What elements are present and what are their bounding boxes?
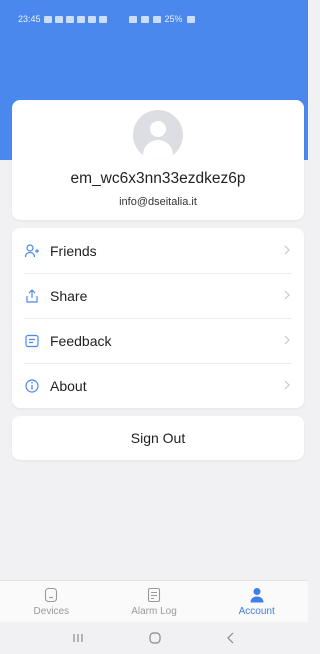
app-notification-icon (54, 15, 63, 23)
menu-label-about: About (50, 377, 87, 394)
tab-bar: Devices Alarm Log Account (0, 580, 308, 622)
menu-label-share: Share (50, 287, 88, 304)
chevron-right-icon (284, 290, 290, 300)
back-icon[interactable] (225, 631, 237, 645)
username: em_wc6x3nn33ezdkez6p (70, 170, 246, 187)
chevron-right-icon (284, 335, 290, 345)
navigation-icon (43, 15, 52, 23)
wifi-icon (140, 15, 149, 23)
share-icon (24, 288, 40, 304)
battery-icon (186, 15, 195, 23)
menu-item-share[interactable]: Share (12, 273, 304, 318)
profile-card: em_wc6x3nn33ezdkez6p info@dseitalia.it (12, 100, 304, 220)
home-icon[interactable] (148, 631, 162, 645)
tab-label-alarm-log: Alarm Log (131, 605, 177, 617)
menu-item-friends[interactable]: Friends (12, 228, 304, 273)
menu-label-feedback: Feedback (50, 332, 112, 349)
chevron-right-icon (284, 380, 290, 390)
signal-icon (152, 15, 161, 23)
status-time: 23:45 (18, 14, 41, 24)
app-notification-icon (87, 15, 96, 23)
feedback-icon (24, 333, 40, 349)
tab-label-devices: Devices (33, 605, 70, 617)
menu-item-feedback[interactable]: Feedback (12, 318, 304, 363)
info-icon (24, 378, 40, 394)
alarm-log-icon (147, 587, 161, 602)
recent-apps-icon[interactable] (71, 632, 85, 644)
chevron-right-icon (284, 245, 290, 255)
alarm-icon (128, 15, 137, 23)
devices-icon (45, 587, 58, 602)
tab-label-account: Account (238, 605, 275, 617)
status-bar: 23:45 25% (0, 0, 308, 38)
menu-card: Friends Share Feedback About (12, 228, 304, 408)
tab-devices[interactable]: Devices (0, 581, 103, 622)
email: info@dseitalia.it (119, 196, 197, 208)
sign-out-button[interactable]: Sign Out (12, 416, 304, 460)
tab-alarm-log[interactable]: Alarm Log (103, 581, 206, 622)
menu-item-about[interactable]: About (12, 363, 304, 408)
account-icon (250, 587, 264, 602)
app-notification-icon (98, 15, 107, 23)
system-navigation-bar (0, 622, 308, 654)
friends-icon (24, 243, 40, 259)
app-notification-icon (76, 15, 85, 23)
notification-icons (43, 15, 107, 23)
app-notification-icon (65, 15, 74, 23)
menu-label-friends: Friends (50, 242, 97, 259)
avatar-head (150, 121, 166, 137)
avatar-body (143, 140, 173, 160)
tab-account[interactable]: Account (205, 581, 308, 622)
avatar[interactable] (133, 110, 183, 160)
battery-level: 25% (164, 14, 183, 24)
